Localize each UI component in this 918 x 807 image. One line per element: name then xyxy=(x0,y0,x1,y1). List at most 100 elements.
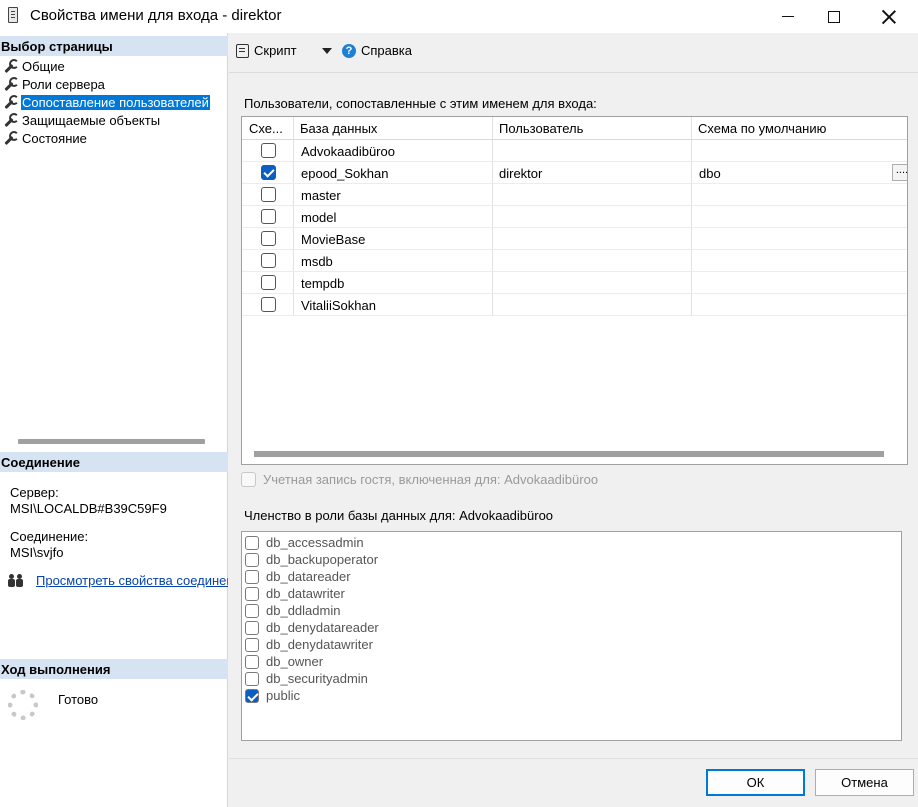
page-item-user-mapping[interactable]: Сопоставление пользователей xyxy=(0,93,210,111)
role-checkbox[interactable] xyxy=(245,637,259,652)
title-bar: Свойства имени для входа - direktor xyxy=(0,0,918,33)
table-row[interactable]: msdb xyxy=(242,250,907,272)
toolbar xyxy=(229,33,918,73)
page-item-label: Состояние xyxy=(22,130,87,146)
role-checkbox[interactable] xyxy=(245,671,259,686)
wrench-icon xyxy=(3,95,19,109)
help-button[interactable]: ? Справка xyxy=(342,43,412,58)
map-checkbox[interactable] xyxy=(261,143,276,158)
map-checkbox[interactable] xyxy=(261,297,276,312)
page-item-general[interactable]: Общие xyxy=(0,57,66,75)
table-row[interactable]: VitaliiSokhan xyxy=(242,294,907,316)
pages-scrollbar[interactable] xyxy=(18,439,205,444)
list-item[interactable]: db_accessadmin xyxy=(245,534,364,551)
table-row[interactable]: Advokaadibüroo xyxy=(242,140,907,162)
column-header-database[interactable]: База данных xyxy=(300,121,377,136)
database-cell: tempdb xyxy=(301,276,345,291)
maximize-button[interactable] xyxy=(811,0,857,33)
table-row[interactable]: model xyxy=(242,206,907,228)
people-icon xyxy=(8,573,26,589)
role-checkbox[interactable] xyxy=(245,603,259,618)
role-label: db_securityadmin xyxy=(266,671,368,686)
map-checkbox[interactable] xyxy=(261,187,276,202)
column-header-map[interactable]: Схе... xyxy=(249,121,294,136)
progress-status: Готово xyxy=(58,692,99,707)
role-label: db_denydatawriter xyxy=(266,637,373,652)
server-label: Сервер: xyxy=(10,485,59,500)
column-header-default-schema[interactable]: Схема по умолчанию xyxy=(698,121,826,136)
table-row[interactable]: MovieBase xyxy=(242,228,907,250)
table-row[interactable]: epood_Sokhan direktor dbo .... xyxy=(242,162,907,184)
page-item-label: Роли сервера xyxy=(22,76,105,92)
script-dropdown-button[interactable] xyxy=(322,48,332,54)
list-item[interactable]: db_securityadmin xyxy=(245,670,368,687)
progress-header: Ход выполнения xyxy=(0,659,228,679)
role-label: db_owner xyxy=(266,654,324,669)
list-item[interactable]: db_backupoperator xyxy=(245,551,378,568)
database-cell: model xyxy=(301,210,337,225)
list-item[interactable]: db_denydatareader xyxy=(245,619,379,636)
map-checkbox[interactable] xyxy=(261,275,276,290)
role-label: db_denydatareader xyxy=(266,620,379,635)
table-row[interactable]: master xyxy=(242,184,907,206)
connection-value: MSI\svjfo xyxy=(10,545,64,560)
help-icon: ? xyxy=(342,43,356,58)
app-icon xyxy=(8,7,18,23)
minimize-button[interactable] xyxy=(765,0,811,33)
window-title: Свойства имени для входа - direktor xyxy=(30,7,282,24)
ok-button[interactable]: ОК xyxy=(706,769,805,796)
database-cell: master xyxy=(301,188,341,203)
wrench-icon xyxy=(3,131,19,145)
role-checkbox[interactable] xyxy=(245,688,259,703)
grid-scrollbar[interactable] xyxy=(254,451,884,457)
guest-account-checkbox[interactable] xyxy=(241,472,256,487)
page-item-securables[interactable]: Защищаемые объекты xyxy=(0,111,161,129)
close-button[interactable] xyxy=(866,0,912,33)
role-checkbox[interactable] xyxy=(245,535,259,550)
chevron-down-icon xyxy=(322,48,332,54)
map-checkbox[interactable] xyxy=(261,165,276,180)
wrench-icon xyxy=(3,77,19,91)
map-checkbox[interactable] xyxy=(261,253,276,268)
table-row[interactable]: tempdb xyxy=(242,272,907,294)
page-item-label: Общие xyxy=(22,58,65,74)
grid-header: Схе... База данных Пользователь Схема по… xyxy=(242,117,907,140)
list-item[interactable]: db_datawriter xyxy=(245,585,345,602)
role-checkbox[interactable] xyxy=(245,552,259,567)
roles-list: db_accessadmin db_backupoperator db_data… xyxy=(241,531,902,741)
cancel-button[interactable]: Отмена xyxy=(815,769,914,796)
guest-account-row: Учетная запись гостя, включенная для: Ad… xyxy=(241,472,598,487)
script-label: Скрипт xyxy=(254,43,297,58)
roles-caption: Членство в роли базы данных для: Advokaa… xyxy=(244,508,554,523)
page-item-status[interactable]: Состояние xyxy=(0,129,88,147)
user-cell[interactable]: direktor xyxy=(499,166,542,181)
maximize-icon xyxy=(828,10,840,23)
wrench-icon xyxy=(3,59,19,73)
column-header-user[interactable]: Пользователь xyxy=(499,121,583,136)
left-panel xyxy=(0,33,228,807)
help-label: Справка xyxy=(361,43,412,58)
list-item[interactable]: db_denydatawriter xyxy=(245,636,373,653)
map-checkbox[interactable] xyxy=(261,209,276,224)
schema-cell[interactable]: dbo xyxy=(699,166,721,181)
role-checkbox[interactable] xyxy=(245,569,259,584)
database-cell: Advokaadibüroo xyxy=(301,144,395,159)
list-item[interactable]: db_ddladmin xyxy=(245,602,340,619)
page-item-label: Сопоставление пользователей xyxy=(21,94,210,110)
role-checkbox[interactable] xyxy=(245,654,259,669)
database-cell: msdb xyxy=(301,254,333,269)
minimize-icon xyxy=(782,16,794,17)
map-checkbox[interactable] xyxy=(261,231,276,246)
view-properties-link[interactable]: Просмотреть свойства соединения xyxy=(36,573,228,588)
list-item[interactable]: public xyxy=(245,687,300,704)
role-checkbox[interactable] xyxy=(245,586,259,601)
list-item[interactable]: db_owner xyxy=(245,653,323,670)
list-item[interactable]: db_datareader xyxy=(245,568,351,585)
script-button[interactable]: Скрипт xyxy=(236,43,297,58)
users-caption: Пользователи, сопоставленные с этим имен… xyxy=(244,96,597,111)
role-label: public xyxy=(266,688,300,703)
role-checkbox[interactable] xyxy=(245,620,259,635)
close-icon xyxy=(882,10,896,24)
browse-schema-button[interactable]: .... xyxy=(892,164,907,181)
page-item-server-roles[interactable]: Роли сервера xyxy=(0,75,106,93)
